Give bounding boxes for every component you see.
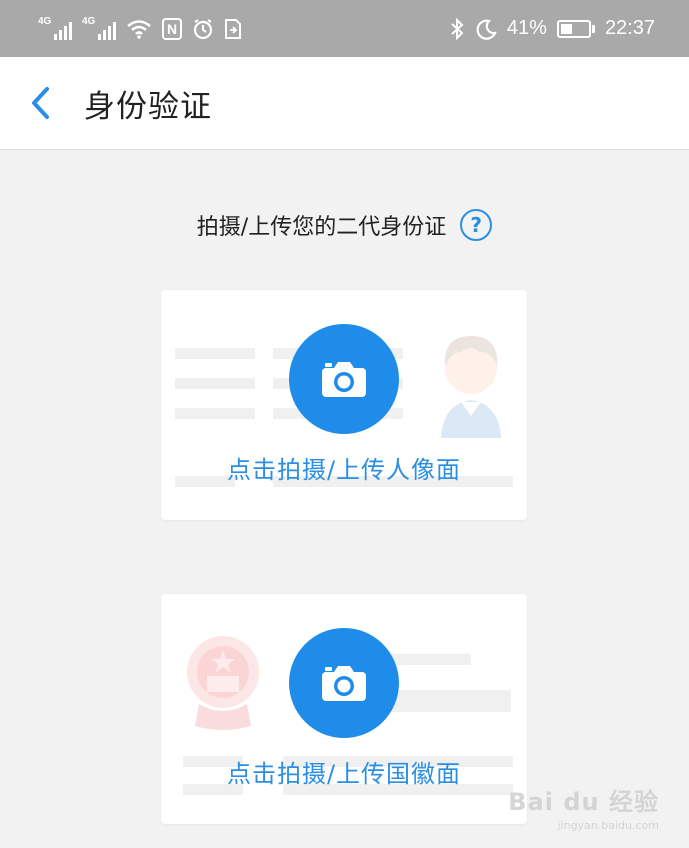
back-button[interactable]: [0, 57, 80, 150]
camera-button[interactable]: [289, 628, 399, 738]
sim-icon: [225, 18, 241, 39]
portrait-placeholder-icon: [441, 336, 501, 438]
battery-percent: 41%: [506, 17, 547, 39]
help-icon[interactable]: ?: [460, 209, 493, 241]
clock-time: 22:37: [604, 17, 655, 39]
camera-icon: [322, 666, 366, 701]
baidu-jingyan-watermark: Bai du 经验 jingyan.baidu.com: [508, 782, 659, 832]
prompt-text: 拍摄/上传您的二代身份证: [196, 215, 447, 240]
signal-tag: 4G: [82, 15, 96, 27]
camera-button[interactable]: [289, 324, 399, 434]
watermark-url: jingyan.baidu.com: [557, 819, 659, 832]
signal-4g-icon: 4G: [38, 15, 72, 40]
page-title: 身份验证: [84, 88, 212, 125]
placeholder-line: [175, 408, 255, 419]
upload-front-label: 点击拍摄/上传人像面: [226, 456, 462, 484]
status-right: 41% 22:37: [449, 17, 655, 40]
chevron-left-icon: [32, 87, 49, 119]
id-back-upload-card[interactable]: 点击拍摄/上传国徽面: [161, 594, 527, 824]
signal-tag: 4G: [38, 15, 52, 27]
upload-back-label: 点击拍摄/上传国徽面: [226, 760, 462, 788]
battery-icon: [556, 19, 595, 38]
placeholder-line: [175, 378, 255, 389]
camera-icon: [322, 362, 366, 397]
bluetooth-icon: [451, 17, 464, 40]
watermark-logo: Bai du 经验: [508, 788, 659, 816]
alarm-icon: [193, 18, 213, 39]
placeholder-line: [175, 348, 255, 359]
signal-4g-icon: 4G: [82, 15, 116, 40]
navigation-bar: 身份验证: [0, 57, 689, 150]
status-left: 4G 4G N: [38, 15, 242, 40]
status-bar: 4G 4G N 41% 22:37: [0, 0, 689, 57]
help-symbol: ?: [470, 213, 482, 237]
nfc-icon: N: [162, 17, 182, 40]
national-emblem-icon: [187, 636, 259, 730]
wifi-icon: [127, 19, 151, 39]
id-front-upload-card[interactable]: 点击拍摄/上传人像面: [161, 290, 527, 520]
upload-prompt: 拍摄/上传您的二代身份证 ?: [0, 200, 689, 250]
moon-icon: [476, 19, 497, 40]
